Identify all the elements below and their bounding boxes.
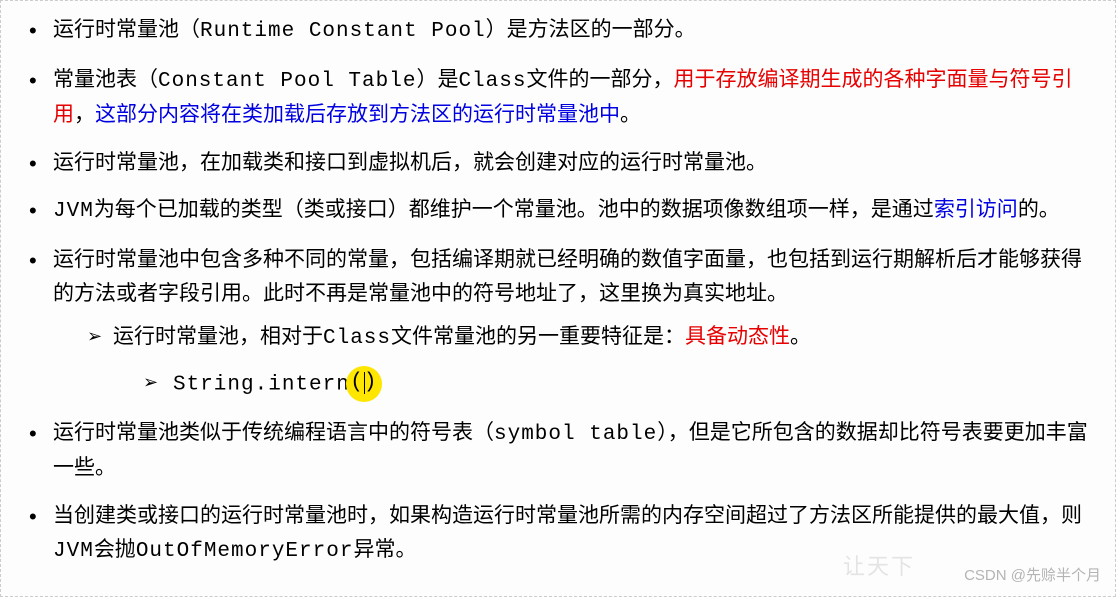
text-segment: 文件的一部分， bbox=[526, 68, 673, 91]
bullet-item: 运行时常量池类似于传统编程语言中的符号表（symbol table），但是它所包… bbox=[21, 416, 1095, 485]
sub-bullet-item: 运行时常量池，相对于Class文件常量池的另一重要特征是：具备动态性。 Strin… bbox=[53, 320, 1095, 402]
text-segment: ）是方法区的一部分。 bbox=[486, 18, 696, 41]
text-segment: 异常。 bbox=[353, 538, 416, 561]
code-text: String.intern bbox=[173, 373, 350, 396]
sub-sub-list: String.intern() bbox=[113, 366, 1095, 402]
bullet-item: JVM为每个已加载的类型（类或接口）都维护一个常量池。池中的数据项像数组项一样，… bbox=[21, 193, 1095, 229]
text-segment: 为每个已加载的类型（类或接口）都维护一个常量池。池中的数据项像数组项一样，是通过 bbox=[94, 198, 934, 221]
bullet-item: 当创建类或接口的运行时常量池时，如果构造运行时常量池所需的内存空间超过了方法区所… bbox=[21, 499, 1095, 568]
text-segment: Class bbox=[458, 70, 526, 93]
text-segment: 当创建类或接口的运行时常量池时，如果构造运行时常量池所需的内存空间超过了方法区所… bbox=[53, 504, 1082, 527]
bullet-item: 常量池表（Constant Pool Table）是Class文件的一部分，用于… bbox=[21, 63, 1095, 132]
text-segment: 运行时常量池类似于传统编程语言中的符号表（ bbox=[53, 421, 494, 444]
text-segment: Constant Pool Table bbox=[158, 70, 416, 93]
text-segment: 运行时常量池，在加载类和接口到虚拟机后，就会创建对应的运行时常量池。 bbox=[53, 151, 767, 174]
bullet-item: 运行时常量池，在加载类和接口到虚拟机后，就会创建对应的运行时常量池。 bbox=[21, 146, 1095, 180]
text-segment: JVM bbox=[53, 540, 94, 563]
text-segment: 常量池表（ bbox=[53, 68, 158, 91]
watermark-faint: 让天下 bbox=[843, 549, 915, 584]
text-segment: 运行时常量池中包含多种不同的常量，包括编译期就已经明确的数值字面量，也包括到运行… bbox=[53, 248, 1082, 305]
text-segment: JVM bbox=[53, 200, 94, 223]
text-segment: 文件常量池的另一重要特征是： bbox=[391, 325, 685, 348]
text-segment: ）是 bbox=[416, 68, 458, 91]
text-segment: 。 bbox=[790, 325, 811, 348]
sub-sub-bullet-item: String.intern() bbox=[113, 366, 1095, 402]
text-segment: 索引访问 bbox=[934, 198, 1018, 221]
text-segment: 会抛 bbox=[94, 538, 136, 561]
sub-list: 运行时常量池，相对于Class文件常量池的另一重要特征是：具备动态性。 Strin… bbox=[53, 320, 1095, 402]
bullet-item: 运行时常量池中包含多种不同的常量，包括编译期就已经明确的数值字面量，也包括到运行… bbox=[21, 243, 1095, 402]
text-segment: Runtime Constant Pool bbox=[200, 20, 486, 43]
text-segment: 具备动态性 bbox=[685, 325, 790, 348]
text-segment: ， bbox=[74, 103, 95, 126]
bullet-list: 运行时常量池（Runtime Constant Pool）是方法区的一部分。常量… bbox=[21, 13, 1095, 568]
text-segment: 运行时常量池（ bbox=[53, 18, 200, 41]
text-segment: 。 bbox=[620, 103, 641, 126]
text-segment: 这部分内容将在类加载后存放到方法区的运行时常量池中 bbox=[95, 103, 620, 126]
text-segment: OutOfMemoryError bbox=[136, 540, 354, 563]
text-segment: Class bbox=[323, 327, 391, 350]
text-segment: symbol table bbox=[494, 423, 657, 446]
text-cursor bbox=[364, 372, 365, 394]
text-segment: 的。 bbox=[1018, 198, 1060, 221]
watermark-csdn: CSDN @先赊半个月 bbox=[964, 564, 1101, 588]
text-segment: 运行时常量池，相对于 bbox=[113, 325, 323, 348]
bullet-item: 运行时常量池（Runtime Constant Pool）是方法区的一部分。 bbox=[21, 13, 1095, 49]
